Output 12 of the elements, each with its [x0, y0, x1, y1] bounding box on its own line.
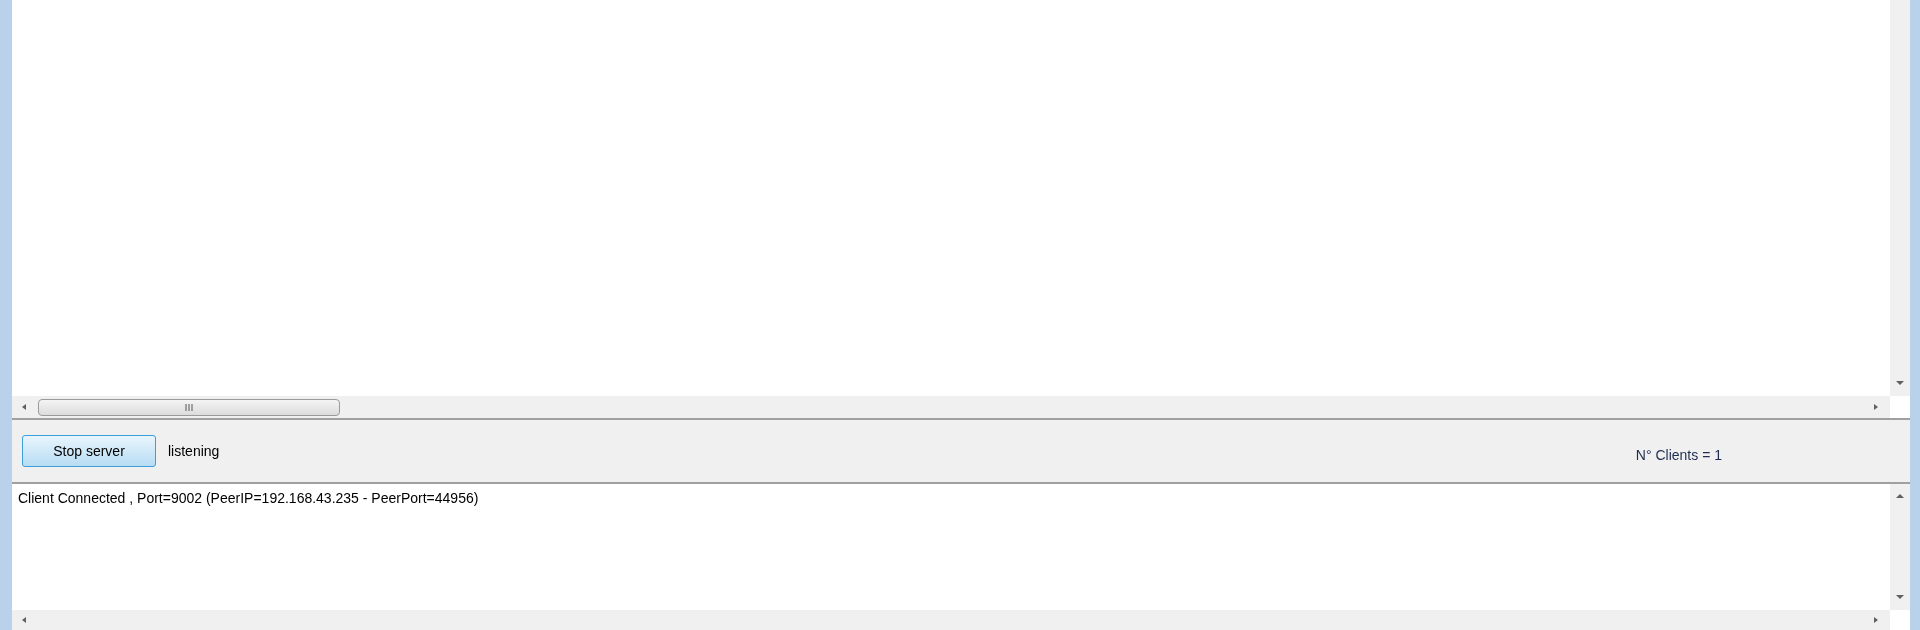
vertical-scrollbar[interactable] — [1890, 0, 1910, 396]
horizontal-scrollbar[interactable] — [12, 396, 1890, 418]
grip-icon — [185, 403, 193, 411]
scroll-down-arrow-icon[interactable] — [1895, 378, 1905, 388]
scrollbar-thumb[interactable] — [38, 398, 340, 416]
stop-server-button[interactable]: Stop server — [22, 435, 156, 467]
status-label: listening — [168, 441, 220, 461]
vertical-scrollbar[interactable] — [1890, 484, 1910, 610]
horizontal-scrollbar[interactable] — [12, 610, 1890, 630]
scroll-down-arrow-icon[interactable] — [1895, 592, 1905, 602]
log-line: Client Connected , Port=9002 (PeerIP=192.168.43.235 - PeerPort=44956) — [18, 489, 480, 508]
clients-count-label: N° Clients = 1 — [1635, 445, 1722, 465]
